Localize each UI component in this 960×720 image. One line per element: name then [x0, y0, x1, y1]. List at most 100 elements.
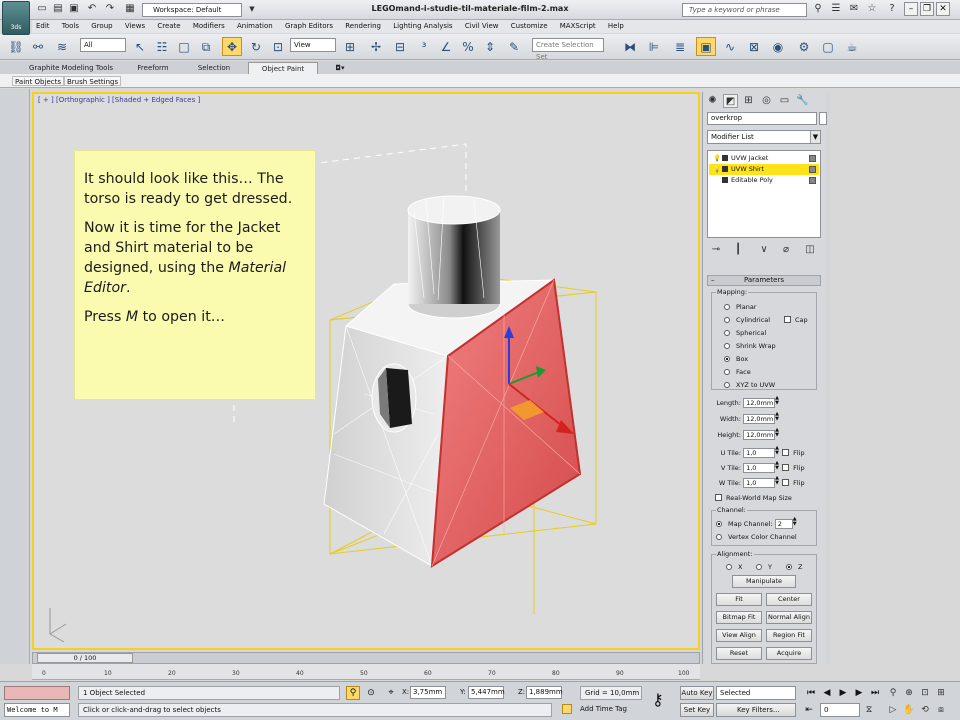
spinner-field[interactable]: 1,0: [743, 448, 776, 458]
v-tile-spinner[interactable]: V Tile: 1,0▲ ▼ Flip: [705, 461, 805, 473]
map-channel-field[interactable]: 2: [774, 519, 793, 529]
spinner-arrows-icon[interactable]: ▲ ▼: [775, 428, 780, 438]
manipulate-icon[interactable]: ✢: [366, 37, 386, 56]
menu-graph-editors[interactable]: Graph Editors: [285, 20, 339, 33]
help-icon[interactable]: ?: [886, 3, 898, 15]
menu-group[interactable]: Group: [91, 20, 118, 33]
spinner-field[interactable]: 12,0mm: [743, 414, 776, 424]
reset-button[interactable]: Reset: [716, 647, 762, 660]
bitmap-fit-button[interactable]: Bitmap Fit: [716, 611, 762, 624]
select-and-scale-icon[interactable]: ⊡: [268, 37, 288, 56]
key-mode-select[interactable]: Selected: [716, 686, 796, 700]
tab-freeform[interactable]: Freeform: [126, 62, 180, 74]
next-frame-icon[interactable]: ▶: [852, 686, 866, 700]
view-align-button[interactable]: View Align: [716, 629, 762, 642]
minimize-icon[interactable]: –: [904, 2, 918, 16]
keyboard-shortcut-override-icon[interactable]: ⊟: [390, 37, 410, 56]
undo-icon[interactable]: ↶: [86, 3, 98, 15]
favorites-icon[interactable]: ☆: [866, 3, 878, 15]
field-of-view-icon[interactable]: ▷: [886, 703, 900, 717]
modify-tab-icon[interactable]: ◩: [723, 94, 738, 108]
menu-lighting-analysis[interactable]: Lighting Analysis: [393, 20, 458, 33]
workspace-select[interactable]: Workspace: Default: [142, 3, 242, 17]
radio-button[interactable]: [726, 564, 732, 570]
checkbox[interactable]: [784, 316, 791, 323]
maximize-viewport-icon[interactable]: ⧈: [934, 703, 948, 717]
pin-stack-icon[interactable]: ⊸: [709, 243, 723, 257]
absolute-mode-icon[interactable]: ⌖: [384, 686, 398, 700]
go-to-start-icon[interactable]: ⏮: [804, 686, 818, 700]
modifier-list-select[interactable]: Modifier List ▼: [707, 130, 821, 144]
snaps-toggle-icon[interactable]: ³: [414, 37, 434, 56]
parameters-rollout-header[interactable]: – Parameters: [707, 275, 821, 286]
zoom-all-icon[interactable]: ⊕: [902, 686, 916, 700]
radio-button[interactable]: [724, 382, 730, 388]
region-fit-button[interactable]: Region Fit: [766, 629, 812, 642]
maxscript-listener-input[interactable]: Welcome to M: [4, 703, 70, 717]
selection-filter-select[interactable]: All: [80, 38, 126, 52]
remove-modifier-icon[interactable]: ⌀: [779, 243, 793, 257]
spinner-arrows-icon[interactable]: ▲ ▼: [793, 517, 798, 527]
time-configuration-icon[interactable]: ⧖: [862, 703, 876, 717]
radio-button[interactable]: [724, 317, 730, 323]
ribbon-options-icon[interactable]: ◘▾: [330, 62, 350, 74]
selection-lock-icon[interactable]: ⚲: [346, 686, 360, 700]
menu-rendering[interactable]: Rendering: [345, 20, 387, 33]
display-tab-icon[interactable]: ▭: [777, 94, 792, 108]
layer-manager-icon[interactable]: ≣: [670, 37, 690, 56]
angle-snap-icon[interactable]: ∠: [436, 37, 456, 56]
radio-face[interactable]: Face: [724, 366, 751, 378]
pan-icon[interactable]: ✋: [902, 703, 916, 717]
schematic-view-icon[interactable]: ⊠: [744, 37, 764, 56]
stack-item-uvw-shirt[interactable]: 💡 UVW Shirt: [709, 164, 819, 175]
radio-align-y[interactable]: Y: [756, 561, 772, 573]
paint-objects-button[interactable]: Paint Objects: [12, 76, 64, 86]
menu-modifiers[interactable]: Modifiers: [193, 20, 231, 33]
modifier-stack[interactable]: 💡 UVW Jacket 💡 UVW Shirt Editable Poly: [707, 150, 821, 238]
flip-checkbox[interactable]: [782, 449, 790, 456]
tab-object-paint[interactable]: Object Paint: [248, 62, 318, 74]
select-by-name-icon[interactable]: ☷: [152, 37, 172, 56]
stack-item-uvw-jacket[interactable]: 💡 UVW Jacket: [709, 153, 819, 164]
y-coordinate-field[interactable]: 5,447mm: [468, 686, 505, 699]
collapse-icon[interactable]: –: [711, 276, 715, 285]
new-file-icon[interactable]: ▭: [36, 3, 48, 15]
previous-frame-icon[interactable]: ◀: [820, 686, 834, 700]
chevron-down-icon[interactable]: ▼: [246, 3, 258, 15]
stack-item-editable-poly[interactable]: Editable Poly: [709, 175, 819, 186]
bind-space-warp-icon[interactable]: ≋: [52, 37, 72, 56]
radio-spherical[interactable]: Spherical: [724, 327, 766, 339]
render-setup-icon[interactable]: ⚙: [794, 37, 814, 56]
menu-edit[interactable]: Edit: [36, 20, 56, 33]
close-icon[interactable]: ✕: [936, 2, 950, 16]
configure-sets-icon[interactable]: ◫: [803, 243, 817, 257]
go-to-end-icon[interactable]: ⏭: [868, 686, 882, 700]
edit-named-selection-icon[interactable]: ✎: [504, 37, 524, 56]
height-spinner[interactable]: Height: 12,0mm▲ ▼: [705, 428, 780, 440]
pivot-center-icon[interactable]: ⊞: [340, 37, 360, 56]
radio-button[interactable]: [724, 304, 730, 310]
radio-button[interactable]: [756, 564, 762, 570]
percent-snap-icon[interactable]: %: [458, 37, 478, 56]
render-production-icon[interactable]: ☕: [842, 37, 862, 56]
cap-checkbox[interactable]: Cap: [784, 314, 808, 326]
binoculars-icon[interactable]: ⚲: [812, 3, 824, 15]
play-icon[interactable]: ▶: [836, 686, 850, 700]
select-object-icon[interactable]: ↖: [130, 37, 150, 56]
add-time-tag-button[interactable]: Add Time Tag: [560, 703, 642, 717]
expand-icon[interactable]: [722, 177, 728, 183]
spinner-snap-icon[interactable]: ⇕: [480, 37, 500, 56]
radio-button-selected[interactable]: [724, 356, 730, 362]
viewport-perspective[interactable]: [ + ] [Orthographic ] [Shaded + Edged Fa…: [32, 92, 700, 650]
material-editor-icon[interactable]: ◉: [768, 37, 788, 56]
orbit-icon[interactable]: ⟲: [918, 703, 932, 717]
link-icon[interactable]: ⛓: [6, 37, 26, 56]
key-icon[interactable]: ⚷: [652, 690, 664, 709]
time-slider-thumb[interactable]: 0 / 100: [37, 653, 133, 663]
lightbulb-icon[interactable]: 💡: [713, 164, 721, 175]
u-tile-spinner[interactable]: U Tile: 1,0▲ ▼ Flip: [705, 446, 805, 458]
show-end-result-icon[interactable]: ┃: [731, 243, 745, 257]
radio-align-x[interactable]: X: [726, 561, 742, 573]
menu-views[interactable]: Views: [125, 20, 151, 33]
radio-vertex-color-channel[interactable]: Vertex Color Channel: [716, 531, 797, 543]
